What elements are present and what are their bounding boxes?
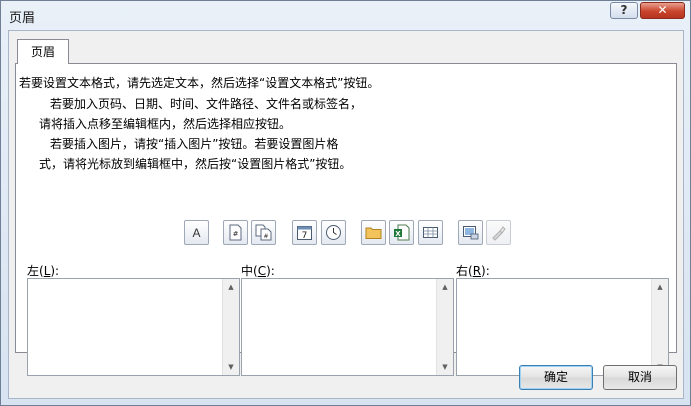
right-section-box: ▲ ▼: [456, 278, 669, 376]
center-section-input[interactable]: [242, 279, 435, 375]
scroll-up-arrow-icon[interactable]: ▲: [437, 279, 453, 295]
header-dialog-window: 页眉 ? ✕ 页眉 若要设置文本格式，请先选定文本，然后选择“设置文本格式”按钮…: [0, 0, 691, 406]
title-bar[interactable]: 页眉 ? ✕: [1, 1, 690, 31]
tab-panel: 若要设置文本格式，请先选定文本，然后选择“设置文本格式”按钮。 若要加入页码、日…: [15, 63, 677, 376]
insert-picture-button[interactable]: [458, 220, 483, 245]
center-section-box: ▲ ▼: [241, 278, 454, 376]
left-section-scrollbar[interactable]: ▲ ▼: [222, 279, 239, 375]
center-section-scrollbar[interactable]: ▲ ▼: [436, 279, 453, 375]
format-text-button[interactable]: A: [184, 220, 209, 245]
right-section-label: 右(R):: [456, 264, 490, 278]
right-section-input[interactable]: [457, 279, 650, 375]
insert-date-button[interactable]: 7: [292, 220, 317, 245]
insert-number-of-pages-button[interactable]: #: [251, 220, 276, 245]
letter-a-icon: A: [192, 226, 200, 240]
number-of-pages-icon: #: [255, 224, 272, 241]
format-picture-button[interactable]: [486, 220, 511, 245]
cancel-button[interactable]: 取消: [603, 365, 677, 390]
svg-text:A: A: [192, 226, 200, 240]
picture-icon: [463, 226, 479, 240]
svg-text:7: 7: [302, 231, 308, 241]
tab-header[interactable]: 页眉: [17, 39, 69, 64]
scroll-down-arrow-icon[interactable]: ▼: [437, 359, 453, 375]
svg-text:#: #: [233, 230, 239, 238]
scroll-up-arrow-icon[interactable]: ▲: [652, 279, 668, 295]
left-section-label: 左(L):: [27, 264, 60, 278]
right-section-scrollbar[interactable]: ▲ ▼: [651, 279, 668, 375]
clock-icon: [326, 225, 341, 240]
insert-file-name-button[interactable]: X: [389, 220, 414, 245]
calendar-icon: 7: [297, 226, 312, 241]
instruction-line-5: 式，请将光标放到编辑框中，然后按“设置图片格式”按钮。: [39, 157, 352, 171]
scroll-up-arrow-icon[interactable]: ▲: [223, 279, 239, 295]
dialog-client-area: 页眉 若要设置文本格式，请先选定文本，然后选择“设置文本格式”按钮。 若要加入页…: [8, 30, 684, 399]
insert-file-path-button[interactable]: [361, 220, 386, 245]
insert-time-button[interactable]: [321, 220, 346, 245]
close-button[interactable]: ✕: [640, 2, 685, 19]
instruction-line-2: 若要加入页码、日期、时间、文件路径、文件名或标签名，: [50, 97, 363, 111]
excel-file-icon: X: [394, 224, 410, 241]
help-button[interactable]: ?: [610, 2, 638, 19]
insert-page-number-button[interactable]: #: [223, 220, 248, 245]
svg-text:#: #: [263, 233, 268, 240]
sheet-grid-icon: [423, 227, 438, 238]
svg-text:X: X: [395, 230, 401, 238]
left-section-input[interactable]: [28, 279, 221, 375]
instruction-line-3: 请将插入点移至编辑框内，然后选择相应按钮。: [39, 117, 292, 131]
instruction-line-4: 若要插入图片，请按“插入图片”按钮。若要设置图片格: [50, 137, 339, 151]
center-section-label: 中(C):: [241, 264, 275, 278]
ok-button[interactable]: 确定: [519, 365, 593, 390]
format-picture-icon: [492, 226, 506, 241]
page-number-icon: #: [229, 224, 242, 241]
folder-icon: [365, 227, 382, 239]
insert-sheet-name-button[interactable]: [418, 220, 443, 245]
left-section-box: ▲ ▼: [27, 278, 240, 376]
dialog-title: 页眉: [9, 11, 36, 26]
instruction-line-1: 若要设置文本格式，请先选定文本，然后选择“设置文本格式”按钮。: [19, 76, 380, 90]
scroll-down-arrow-icon[interactable]: ▼: [223, 359, 239, 375]
